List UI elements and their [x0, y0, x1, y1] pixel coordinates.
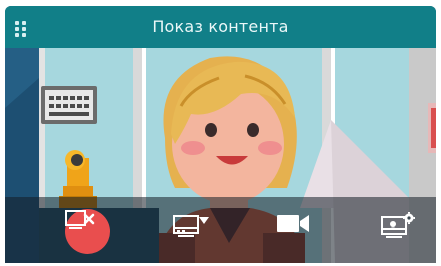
video-preview: [5, 48, 436, 263]
share-screen-button[interactable]: [172, 211, 216, 247]
screen-off-icon: [65, 210, 95, 229]
window-title: Показ контента: [152, 17, 289, 36]
screen-settings-icon: [381, 212, 415, 238]
stop-sharing-button[interactable]: [65, 209, 110, 254]
content-sharing-window: Показ контента: [5, 6, 436, 263]
screen-share-dropdown-icon: [173, 215, 209, 237]
title-bar[interactable]: Показ контента: [5, 6, 436, 48]
presentation-settings-button[interactable]: [380, 211, 420, 247]
camera-button[interactable]: [275, 211, 315, 247]
control-bar: [5, 197, 436, 263]
camera-icon: [277, 215, 309, 232]
